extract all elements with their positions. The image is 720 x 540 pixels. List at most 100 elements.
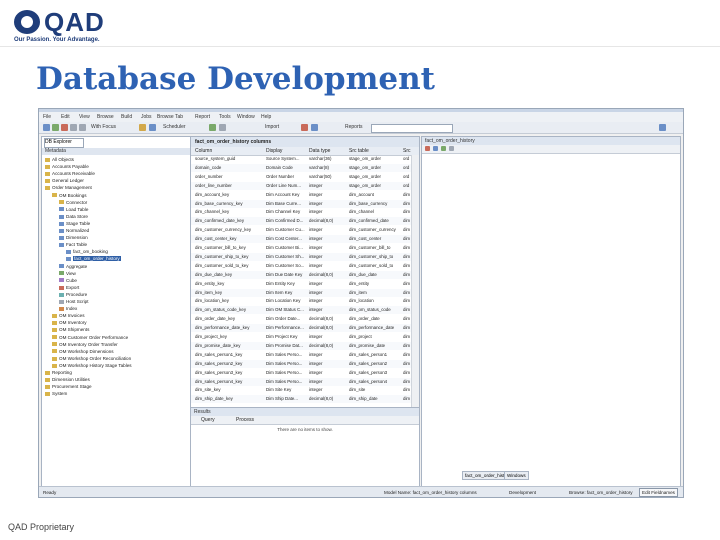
help-icon[interactable] [311,124,318,131]
tree-item[interactable]: OM Workshop Dimensions [52,348,114,355]
table-row[interactable]: dim_performance_date_key Dim Performance.… [191,324,411,333]
menu-item[interactable]: View [79,114,90,120]
table-row[interactable]: dim_customer_sold_to_key Dim Customer So.… [191,262,411,270]
export-icon[interactable] [219,124,226,131]
table-row[interactable]: order_number Order Number varchar(50) stage… [191,173,411,181]
table-row[interactable]: dim_sales_person4_key Dim Sales Perso... i… [191,377,411,386]
tree-item[interactable]: OM Inventory Order Transfer [52,341,118,348]
menu-item[interactable]: Report [195,114,210,120]
column-header[interactable]: Src table [349,148,369,154]
table-row[interactable]: source_system_guid Source System... varcha… [191,155,411,163]
diagram-tool-icon[interactable] [433,146,438,151]
tree-item[interactable]: Aggregate [59,263,87,270]
tree-item[interactable]: OM Bookings [52,192,87,199]
tree-item[interactable]: fact_om_booking [66,248,108,255]
refresh-icon[interactable] [139,124,146,131]
tree-item[interactable]: fact_om_order_history [66,255,121,262]
tree-item[interactable]: Dimension [59,234,88,241]
build-icon[interactable] [209,124,216,131]
tree-item[interactable]: OM Invoices [52,312,85,319]
tree-item[interactable]: OM Customer Order Performance [52,334,128,341]
diagram-tool-icon[interactable] [449,146,454,151]
stop-icon[interactable] [301,124,308,131]
table-row[interactable]: dim_order_date_key Dim Order Date... decim… [191,315,411,323]
copy-icon[interactable] [70,124,77,131]
tree-item[interactable]: Fact Table [59,241,87,248]
table-row[interactable]: dim_location_key Dim Location Key integer d… [191,297,411,305]
tree-item[interactable]: Accounts Payable [45,163,89,170]
table-row[interactable]: dim_om_status_code_key Dim OM Status C...… [191,306,411,315]
table-row[interactable]: dim_customer_currency_key Dim Customer Cu… [191,226,411,234]
import-button[interactable]: Import [265,124,279,130]
tree-item[interactable]: Procedure [59,291,87,298]
tree-item[interactable]: OM Shipments [52,326,89,333]
reports-dropdown[interactable] [371,124,453,133]
results-column-header[interactable]: Query [201,417,215,423]
delete-icon[interactable] [61,124,68,131]
open-icon[interactable] [52,124,59,131]
tree-item[interactable]: Dimension Utilities [45,376,90,383]
tree-item[interactable]: OM Inventory [52,319,87,326]
table-row[interactable]: dim_due_date_key Dim Due Date Key decimal(… [191,270,411,279]
tree-item[interactable]: Accounts Receivable [45,170,95,177]
paste-icon[interactable] [79,124,86,131]
tree-item[interactable]: Cube [59,277,77,284]
column-header[interactable]: Column [195,148,212,154]
table-row[interactable]: dim_base_currency_key Dim Base Curre... in… [191,199,411,208]
columns-grid-scrollbar[interactable] [411,155,419,407]
tree-item[interactable]: OM Workshop History Stage Tables [52,362,132,369]
table-row[interactable]: dim_customer_bill_to_key Dim Customer Bi.… [191,244,411,252]
table-row[interactable]: dim_item_key Dim Item Key integer dim_item d… [191,288,411,297]
tree-item[interactable]: Export [59,284,79,291]
table-row[interactable]: domain_code Domain Code varchar(8) stage_om… [191,163,411,172]
tree-item[interactable]: Reporting [45,369,72,376]
with-focus-button[interactable]: With Focus [91,124,116,130]
table-row[interactable]: dim_ship_date_key Dim Ship Date... decimal… [191,395,411,404]
table-row[interactable]: dim_sales_person2_key Dim Sales Perso... i… [191,359,411,368]
menu-item[interactable]: File [43,114,51,120]
menu-item[interactable]: Window [237,114,255,120]
menu-item[interactable]: Help [261,114,271,120]
menu-item[interactable]: Build [121,114,132,120]
tab-db-explorer[interactable]: DB Explorer [44,138,84,148]
tree-item[interactable]: Normalized [59,227,89,234]
table-row[interactable]: dim_entity_key Dim Entity Key integer dim_e… [191,280,411,288]
tree-item[interactable]: View [59,270,76,277]
menu-item[interactable]: Jobs [141,114,152,120]
menu-item[interactable]: Browse [157,114,174,120]
settings-icon[interactable] [659,124,666,131]
column-header[interactable]: Display [266,148,282,154]
tree-item[interactable]: Order Management [45,184,92,191]
tree-item[interactable]: OM Workshop Order Reconciliation [52,355,131,362]
tree-item[interactable]: Host Script [59,298,88,305]
diagram-tool-icon[interactable] [441,146,446,151]
tree-item[interactable]: Data Store [59,213,88,220]
column-header[interactable]: Src [403,148,411,154]
table-row[interactable]: dim_customer_ship_to_key Dim Customer Sh.… [191,252,411,261]
table-row[interactable]: dim_project_key Dim Project Key integer dim… [191,333,411,341]
tree-item[interactable]: All Objects [45,156,74,163]
validate-icon[interactable] [149,124,156,131]
scheduler-button[interactable]: Scheduler [163,124,186,130]
table-row[interactable]: dim_sales_person3_key Dim Sales Perso... i… [191,369,411,377]
table-row[interactable]: dim_confirmed_date_key Dim Confirmed D...… [191,217,411,226]
tree-item[interactable]: Connector [59,199,87,206]
table-row[interactable]: dim_site_key Dim Site Key integer dim_site d… [191,386,411,394]
table-row[interactable]: dim_sales_person1_key Dim Sales Perso... i… [191,351,411,359]
diagram-tool-icon[interactable] [425,146,430,151]
tree-item[interactable]: Load Table [59,206,88,213]
menu-item[interactable]: Tab [175,114,183,120]
tree-item[interactable]: System [45,390,67,397]
tree-item[interactable]: Procurement Stage [45,383,92,390]
menu-item[interactable]: Browse [97,114,114,120]
table-row[interactable]: order_line_number Order Line Num... intege… [191,181,411,190]
table-row[interactable]: dim_cost_center_key Dim Cost Center... int… [191,235,411,244]
tree-item[interactable]: General Ledger [45,177,84,184]
table-row[interactable]: dim_promise_date_key Dim Promise Dat... de… [191,341,411,350]
menu-item[interactable]: Tools [219,114,231,120]
tab-windows[interactable]: Windows [504,471,529,480]
menu-item[interactable]: Edit [61,114,70,120]
tree-item[interactable]: Index [59,305,77,312]
column-header[interactable]: Data type [309,148,330,154]
table-row[interactable]: dim_channel_key Dim Channel Key integer dim… [191,208,411,216]
